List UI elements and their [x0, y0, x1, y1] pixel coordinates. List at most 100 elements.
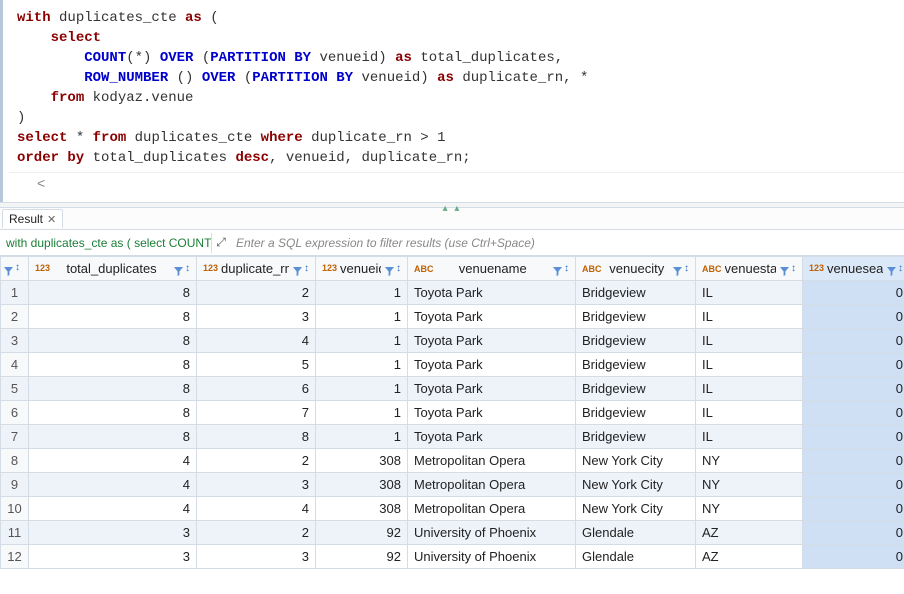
table-row[interactable]: 1821Toyota ParkBridgeviewIL0	[1, 281, 904, 305]
cell-total_duplicates[interactable]: 3	[29, 521, 197, 545]
sort-icon[interactable]: ↕	[791, 265, 796, 273]
row-number[interactable]: 8	[1, 449, 29, 473]
cell-venuestate[interactable]: IL	[696, 329, 803, 353]
cell-venuename[interactable]: Toyota Park	[408, 401, 576, 425]
close-icon[interactable]: ✕	[47, 213, 56, 226]
cell-total_duplicates[interactable]: 4	[29, 497, 197, 521]
cell-venuecity[interactable]: Bridgeview	[576, 353, 696, 377]
row-number[interactable]: 11	[1, 521, 29, 545]
filter-icon[interactable]	[4, 264, 13, 274]
cell-total_duplicates[interactable]: 8	[29, 329, 197, 353]
cell-duplicate_rn[interactable]: 3	[197, 545, 316, 569]
table-row[interactable]: 842308Metropolitan OperaNew York CityNY0	[1, 449, 904, 473]
cell-venueid[interactable]: 308	[316, 497, 408, 521]
cell-duplicate_rn[interactable]: 7	[197, 401, 316, 425]
row-number[interactable]: 4	[1, 353, 29, 377]
cell-venuename[interactable]: Toyota Park	[408, 353, 576, 377]
column-header-total_duplicates[interactable]: 123total_duplicates↕	[29, 257, 197, 281]
row-number[interactable]: 5	[1, 377, 29, 401]
cell-venuename[interactable]: Metropolitan Opera	[408, 497, 576, 521]
cell-venueid[interactable]: 1	[316, 305, 408, 329]
cell-venuestate[interactable]: NY	[696, 473, 803, 497]
cell-venueseats[interactable]: 0	[803, 377, 904, 401]
table-row[interactable]: 4851Toyota ParkBridgeviewIL0	[1, 353, 904, 377]
sort-icon[interactable]: ↕	[304, 265, 309, 273]
cell-venuecity[interactable]: Bridgeview	[576, 377, 696, 401]
cell-venuecity[interactable]: Bridgeview	[576, 305, 696, 329]
cell-venueseats[interactable]: 0	[803, 545, 904, 569]
row-number[interactable]: 12	[1, 545, 29, 569]
cell-duplicate_rn[interactable]: 3	[197, 305, 316, 329]
cell-venuestate[interactable]: AZ	[696, 521, 803, 545]
filter-icon[interactable]	[292, 264, 302, 274]
cell-total_duplicates[interactable]: 8	[29, 305, 197, 329]
cell-venueid[interactable]: 308	[316, 473, 408, 497]
cell-venueid[interactable]: 92	[316, 545, 408, 569]
cell-venueseats[interactable]: 0	[803, 425, 904, 449]
sort-icon[interactable]: ↕	[898, 265, 903, 273]
cell-venueid[interactable]: 1	[316, 425, 408, 449]
filter-icon[interactable]	[552, 264, 562, 274]
table-row[interactable]: 113292University of PhoenixGlendaleAZ0	[1, 521, 904, 545]
sort-icon[interactable]: ↕	[396, 265, 401, 273]
cell-venueseats[interactable]: 0	[803, 449, 904, 473]
filter-icon[interactable]	[672, 264, 682, 274]
cell-total_duplicates[interactable]: 8	[29, 401, 197, 425]
row-number[interactable]: 7	[1, 425, 29, 449]
cell-venuename[interactable]: Toyota Park	[408, 281, 576, 305]
filter-expression-input[interactable]: Enter a SQL expression to filter results…	[230, 233, 904, 253]
table-row[interactable]: 6871Toyota ParkBridgeviewIL0	[1, 401, 904, 425]
cell-total_duplicates[interactable]: 8	[29, 425, 197, 449]
scroll-left-icon[interactable]: <	[37, 175, 45, 191]
table-row[interactable]: 1044308Metropolitan OperaNew York CityNY…	[1, 497, 904, 521]
sort-icon[interactable]: ↕	[185, 265, 190, 273]
editor-horizontal-scroll[interactable]: <	[9, 172, 904, 192]
cell-venuename[interactable]: Metropolitan Opera	[408, 449, 576, 473]
cell-duplicate_rn[interactable]: 2	[197, 281, 316, 305]
cell-venuecity[interactable]: New York City	[576, 497, 696, 521]
cell-venuecity[interactable]: New York City	[576, 449, 696, 473]
cell-venuestate[interactable]: AZ	[696, 545, 803, 569]
cell-venueid[interactable]: 308	[316, 449, 408, 473]
cell-venueseats[interactable]: 0	[803, 521, 904, 545]
table-row[interactable]: 3841Toyota ParkBridgeviewIL0	[1, 329, 904, 353]
cell-venueseats[interactable]: 0	[803, 353, 904, 377]
row-number[interactable]: 1	[1, 281, 29, 305]
row-number[interactable]: 9	[1, 473, 29, 497]
filter-icon[interactable]	[886, 264, 896, 274]
cell-venuename[interactable]: Toyota Park	[408, 377, 576, 401]
cell-duplicate_rn[interactable]: 2	[197, 449, 316, 473]
row-number[interactable]: 10	[1, 497, 29, 521]
cell-venueseats[interactable]: 0	[803, 497, 904, 521]
sort-icon[interactable]: ↕	[684, 265, 689, 273]
sort-icon[interactable]: ↕	[564, 265, 569, 273]
pane-splitter[interactable]: ▴ ▴	[0, 202, 904, 208]
tab-result[interactable]: Result ✕	[2, 209, 63, 228]
table-row[interactable]: 7881Toyota ParkBridgeviewIL0	[1, 425, 904, 449]
cell-venueseats[interactable]: 0	[803, 401, 904, 425]
cell-venuename[interactable]: University of Phoenix	[408, 545, 576, 569]
cell-venuestate[interactable]: IL	[696, 425, 803, 449]
cell-duplicate_rn[interactable]: 6	[197, 377, 316, 401]
sort-icon[interactable]: ↕	[15, 264, 20, 274]
cell-venuestate[interactable]: NY	[696, 449, 803, 473]
cell-venuestate[interactable]: IL	[696, 401, 803, 425]
cell-total_duplicates[interactable]: 4	[29, 473, 197, 497]
cell-venuestate[interactable]: NY	[696, 497, 803, 521]
cell-venuecity[interactable]: Bridgeview	[576, 329, 696, 353]
row-number[interactable]: 3	[1, 329, 29, 353]
cell-total_duplicates[interactable]: 8	[29, 353, 197, 377]
cell-duplicate_rn[interactable]: 3	[197, 473, 316, 497]
column-header-venuecity[interactable]: ABCvenuecity↕	[576, 257, 696, 281]
cell-venueid[interactable]: 1	[316, 401, 408, 425]
column-header-venuestate[interactable]: ABCvenuestate↕	[696, 257, 803, 281]
cell-duplicate_rn[interactable]: 2	[197, 521, 316, 545]
table-row[interactable]: 943308Metropolitan OperaNew York CityNY0	[1, 473, 904, 497]
cell-venuename[interactable]: Toyota Park	[408, 425, 576, 449]
cell-venuecity[interactable]: New York City	[576, 473, 696, 497]
column-header-duplicate_rn[interactable]: 123duplicate_rn↕	[197, 257, 316, 281]
cell-total_duplicates[interactable]: 8	[29, 281, 197, 305]
cell-venuename[interactable]: University of Phoenix	[408, 521, 576, 545]
table-row[interactable]: 5861Toyota ParkBridgeviewIL0	[1, 377, 904, 401]
cell-venuename[interactable]: Metropolitan Opera	[408, 473, 576, 497]
